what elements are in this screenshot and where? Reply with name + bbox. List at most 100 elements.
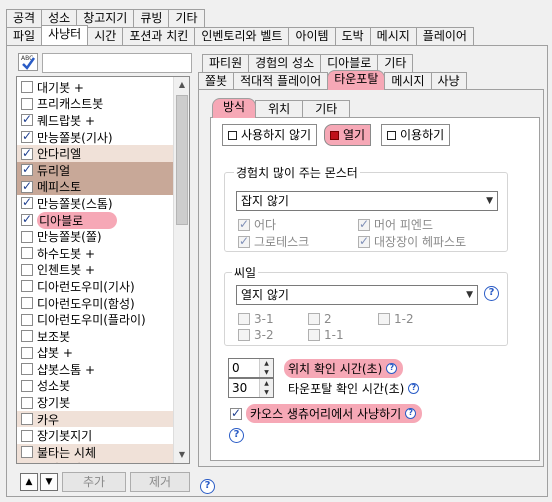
list-item[interactable]: 메피스토 xyxy=(17,178,175,196)
list-item-checkbox[interactable] xyxy=(21,330,33,343)
list-item[interactable]: 성소봇 xyxy=(17,378,175,395)
list-item-checkbox[interactable] xyxy=(21,195,33,210)
seal-option-5[interactable]: 1-1 xyxy=(308,328,344,342)
scroll-thumb[interactable] xyxy=(176,95,188,225)
list-item-checkbox[interactable] xyxy=(21,297,33,310)
list-item[interactable]: 샵봇스톰 + xyxy=(17,361,175,378)
list-item[interactable]: 안다리엘 xyxy=(17,145,175,162)
spin-down-icon[interactable]: ▼ xyxy=(260,388,273,397)
list-item[interactable]: 하수도봇 + xyxy=(17,245,175,262)
tab-potion-chicken[interactable]: 포션과 치킨 xyxy=(122,27,196,45)
checkbox[interactable] xyxy=(308,329,320,341)
tab-minion-bot[interactable]: 쫄봇 xyxy=(198,72,235,90)
list-item[interactable]: 디아런도우미(함성) xyxy=(17,295,175,312)
tab-etc[interactable]: 기타 xyxy=(168,9,205,27)
monster-option-3[interactable]: 그로테스크 xyxy=(238,233,309,250)
list-item-checkbox[interactable] xyxy=(21,462,33,463)
tab-message[interactable]: 메시지 xyxy=(369,27,417,45)
list-item-checkbox[interactable] xyxy=(21,179,33,193)
chaos-sanctuary-option[interactable]: 카오스 생츄어리에서 사냥하기 ? xyxy=(230,404,423,423)
seal-option-1[interactable]: 3-1 xyxy=(238,312,274,326)
list-item[interactable]: 만능쫄봇(스톰) xyxy=(17,195,175,212)
list-item[interactable]: 장기봇 xyxy=(17,394,175,411)
list-item[interactable]: 대기봇 + xyxy=(17,79,175,96)
seal-option-4[interactable]: 3-2 xyxy=(238,328,274,342)
tab-right-etc[interactable]: 기타 xyxy=(377,54,414,72)
list-item[interactable]: 듀리얼 xyxy=(17,161,175,179)
list-item-checkbox[interactable] xyxy=(21,162,33,177)
monster-option-4[interactable]: 대장장이 헤파스토 xyxy=(358,233,466,250)
list-item-checkbox[interactable] xyxy=(21,230,33,243)
list-item-checkbox[interactable] xyxy=(21,429,33,442)
list-item[interactable]: 카우 xyxy=(17,410,175,428)
list-item-checkbox[interactable] xyxy=(21,346,33,359)
tab-exp-shrine[interactable]: 경험의 성소 xyxy=(248,54,322,72)
list-item[interactable]: 만능쫄봇(기사) xyxy=(17,129,175,146)
spin-up-icon[interactable]: ▲ xyxy=(260,379,273,388)
tab-file[interactable]: 파일 xyxy=(6,27,43,45)
checkbox[interactable] xyxy=(358,217,370,231)
list-item-checkbox[interactable] xyxy=(21,413,33,426)
seal-help-icon[interactable]: ? xyxy=(484,286,499,301)
list-item-checkbox[interactable] xyxy=(21,129,33,144)
tab-hostile-player[interactable]: 적대적 플레이어 xyxy=(233,72,329,90)
help-icon[interactable]: ? xyxy=(200,479,215,494)
tab-town-portal[interactable]: 타운포탈 xyxy=(327,70,386,90)
monster-option-1[interactable]: 어다 xyxy=(238,216,276,233)
help-icon[interactable]: ? xyxy=(405,408,417,419)
list-scrollbar[interactable]: ▲ ▼ xyxy=(173,77,189,463)
mode-use-button[interactable]: 이용하기 xyxy=(381,124,451,146)
portal-check-time-input[interactable]: 30 ▲ ▼ xyxy=(228,378,274,398)
checkbox[interactable] xyxy=(358,234,370,248)
mode-open-button[interactable]: 열기 xyxy=(324,124,372,146)
list-item-checkbox[interactable] xyxy=(21,379,33,392)
tab-player[interactable]: 플레이어 xyxy=(415,27,474,45)
list-item[interactable]: 불타는 시체 xyxy=(17,444,175,461)
tab-hunting-ground[interactable]: 사냥터 xyxy=(41,25,89,45)
list-item[interactable]: 샵봇 + xyxy=(17,345,175,362)
list-item-checkbox[interactable] xyxy=(21,212,33,227)
list-item[interactable]: 퀘드랍봇 + xyxy=(17,112,175,129)
list-item[interactable]: 비쉬보쉬 xyxy=(17,460,175,463)
list-item-checkbox[interactable] xyxy=(21,81,33,94)
list-item[interactable]: 보조봇 xyxy=(17,328,175,345)
mode-disable-button[interactable]: 사용하지 않기 xyxy=(222,124,318,146)
list-item-checkbox[interactable] xyxy=(21,112,33,127)
move-down-button[interactable]: ▼ xyxy=(40,473,58,491)
tab-items[interactable]: 아이템 xyxy=(288,27,336,45)
spellcheck-icon[interactable]: ABC xyxy=(18,53,38,71)
tab-method[interactable]: 방식 xyxy=(212,98,257,118)
list-item-checkbox[interactable] xyxy=(21,146,33,160)
move-up-button[interactable]: ▲ xyxy=(20,473,38,491)
list-item[interactable]: 디아블로 xyxy=(17,211,175,229)
tab-gamble[interactable]: 도박 xyxy=(334,27,371,45)
tab-location[interactable]: 위치 xyxy=(255,100,304,118)
tab-right-message[interactable]: 메시지 xyxy=(384,72,432,90)
checkbox[interactable] xyxy=(308,313,320,325)
monster-select[interactable]: 잡지 않기 ▼ xyxy=(236,191,498,211)
remove-button[interactable]: 제거 xyxy=(130,472,190,492)
spin-arrows[interactable]: ▲ ▼ xyxy=(259,359,273,377)
spin-arrows[interactable]: ▲ ▼ xyxy=(259,379,273,397)
tab-hunt[interactable]: 사냥 xyxy=(430,72,467,90)
list-item-checkbox[interactable] xyxy=(21,280,33,293)
list-item-checkbox[interactable] xyxy=(21,97,33,110)
list-item[interactable]: 만능쫄봇(쫄) xyxy=(17,228,175,245)
list-item[interactable]: 장기봇지기 xyxy=(17,427,175,444)
tab-cubing[interactable]: 큐빙 xyxy=(133,9,170,27)
list-item-checkbox[interactable] xyxy=(21,313,33,326)
checkbox[interactable] xyxy=(238,313,250,325)
tab-inventory-belt[interactable]: 인벤토리와 벨트 xyxy=(194,27,290,45)
checkbox[interactable] xyxy=(238,217,250,231)
list-item[interactable]: 디아런도우미(플라이) xyxy=(17,311,175,328)
checkbox[interactable] xyxy=(238,329,250,341)
monster-option-2[interactable]: 머어 피엔드 xyxy=(358,216,433,233)
seal-option-3[interactable]: 1-2 xyxy=(378,312,414,326)
list-item[interactable]: 프리캐스트봇 xyxy=(17,96,175,113)
location-check-time-input[interactable]: 0 ▲ ▼ xyxy=(228,358,274,378)
spin-down-icon[interactable]: ▼ xyxy=(260,368,273,377)
tab-time[interactable]: 시간 xyxy=(87,27,124,45)
spin-up-icon[interactable]: ▲ xyxy=(260,359,273,368)
tab-attack[interactable]: 공격 xyxy=(6,9,43,27)
list-item[interactable]: 디아런도우미(기사) xyxy=(17,278,175,295)
